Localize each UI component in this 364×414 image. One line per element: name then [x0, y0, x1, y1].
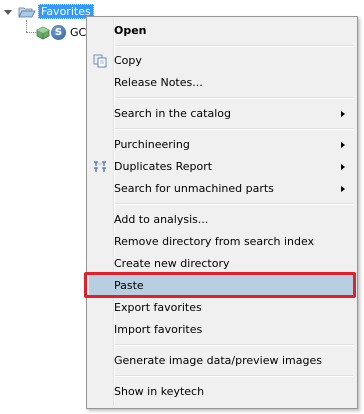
menu-item-label: Generate image data/preview images [114, 354, 322, 367]
menu-separator [115, 203, 353, 205]
menu-item-open[interactable]: Open [89, 20, 355, 42]
menu-item-import-favorites[interactable]: Import favorites [89, 319, 355, 341]
menu-item-search-unmachined-parts[interactable]: Search for unmachined parts [89, 178, 355, 200]
tree-connector [26, 32, 36, 33]
collapse-arrow-icon[interactable] [4, 10, 12, 15]
menu-separator [115, 97, 353, 99]
menu-item-purchineering[interactable]: Purchineering [89, 134, 355, 156]
s-badge-icon: S [51, 25, 66, 40]
menu-separator [115, 45, 353, 47]
folder-open-icon [18, 7, 36, 18]
menu-item-label: Duplicates Report [114, 160, 213, 173]
menu-item-export-favorites[interactable]: Export favorites [89, 297, 355, 319]
copy-icon [93, 54, 107, 68]
menu-item-label: Search for unmachined parts [114, 182, 274, 195]
menu-separator [115, 375, 353, 377]
menu-separator [115, 344, 353, 346]
menu-item-label: Search in the catalog [114, 107, 231, 120]
menu-item-show-in-keytech[interactable]: Show in keytech [89, 381, 355, 403]
menu-separator [115, 128, 353, 130]
menu-item-remove-directory[interactable]: Remove directory from search index [89, 231, 355, 253]
menu-item-release-notes[interactable]: Release Notes... [89, 72, 355, 94]
menu-item-search-in-catalog[interactable]: Search in the catalog [89, 103, 355, 125]
submenu-arrow-icon [341, 142, 345, 148]
duplicates-icon [94, 161, 106, 172]
menu-item-label: Open [114, 24, 147, 37]
menu-item-generate-images[interactable]: Generate image data/preview images [89, 350, 355, 372]
tree-node-label[interactable]: GC [70, 26, 86, 40]
menu-item-label: Export favorites [114, 301, 202, 314]
menu-item-label: Copy [114, 54, 142, 67]
submenu-arrow-icon [341, 111, 345, 117]
menu-item-label: Show in keytech [114, 385, 205, 398]
menu-item-add-to-analysis[interactable]: Add to analysis... [89, 209, 355, 231]
context-menu: Open Copy Release Notes... Search in the… [86, 16, 358, 409]
menu-item-duplicates-report[interactable]: Duplicates Report [89, 156, 355, 178]
submenu-arrow-icon [341, 164, 345, 170]
paste-focus-outline [84, 272, 356, 298]
menu-item-label: Add to analysis... [114, 213, 209, 226]
menu-item-label: Release Notes... [114, 76, 203, 89]
menu-item-copy[interactable]: Copy [89, 50, 355, 72]
menu-item-label: Purchineering [114, 138, 190, 151]
submenu-arrow-icon [341, 186, 345, 192]
cube-icon [36, 26, 50, 40]
tree-connector [26, 20, 27, 32]
menu-item-label: Import favorites [114, 323, 203, 336]
menu-item-label: Remove directory from search index [114, 235, 315, 248]
